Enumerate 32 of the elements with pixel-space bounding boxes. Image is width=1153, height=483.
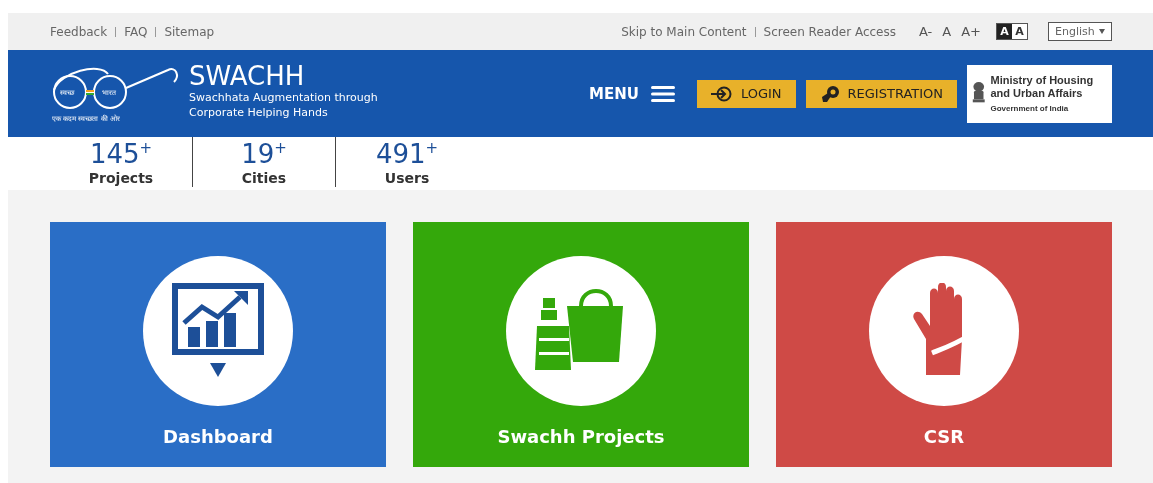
top-link[interactable]: Skip to Main Content xyxy=(621,24,747,39)
stat-label: Users xyxy=(384,169,430,187)
font-size-button[interactable]: A+ xyxy=(958,24,984,39)
chart-icon xyxy=(172,283,264,379)
ministry-name: Ministry of Housing and Urban Affairs xyxy=(990,74,1095,100)
registration-button[interactable]: REGISTRATION xyxy=(805,79,957,108)
top-link[interactable]: Screen Reader Access xyxy=(763,24,896,39)
top-link[interactable]: Feedback xyxy=(50,24,108,39)
government-label: Government of India xyxy=(990,104,1070,113)
stat-number: 491$^{+}$ xyxy=(375,139,439,169)
site-title: SWACHH xyxy=(189,61,306,90)
stat-label: Cities xyxy=(241,169,287,187)
stat-number: 145$^{+}$ xyxy=(89,139,153,169)
login-button[interactable]: LOGIN xyxy=(696,79,796,108)
contrast-button[interactable]: A xyxy=(1012,24,1027,39)
caret-icon xyxy=(1099,29,1105,34)
category-card[interactable]: Swachh Projects xyxy=(413,222,749,467)
font-size-button[interactable]: A xyxy=(939,24,955,39)
font-size-button[interactable]: A- xyxy=(916,24,936,39)
login-icon xyxy=(710,85,733,102)
top-link[interactable]: Sitemap xyxy=(164,24,215,39)
menu-icon xyxy=(650,85,675,102)
stat-number: 19$^{+}$ xyxy=(241,139,287,169)
stat-label: Projects xyxy=(88,169,154,187)
category-card[interactable]: CSR xyxy=(776,222,1112,467)
category-card[interactable]: Dashboard xyxy=(50,222,386,467)
menu-button[interactable]: MENU xyxy=(582,83,681,104)
contrast-button[interactable]: A xyxy=(997,24,1012,39)
top-link[interactable]: FAQ xyxy=(124,24,148,39)
language-select[interactable]: English xyxy=(1048,22,1112,41)
site-subtitle: Swachhata Augmentation through Corporate Helping Hands xyxy=(189,89,379,120)
key-icon xyxy=(819,84,840,103)
